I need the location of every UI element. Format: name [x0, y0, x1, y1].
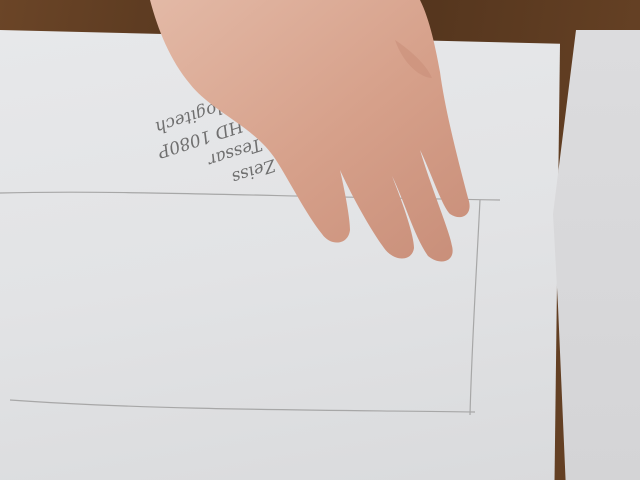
hand — [150, 0, 470, 262]
photo-scene: Zeiss Tessar HD 1080P logitech — [0, 0, 640, 480]
